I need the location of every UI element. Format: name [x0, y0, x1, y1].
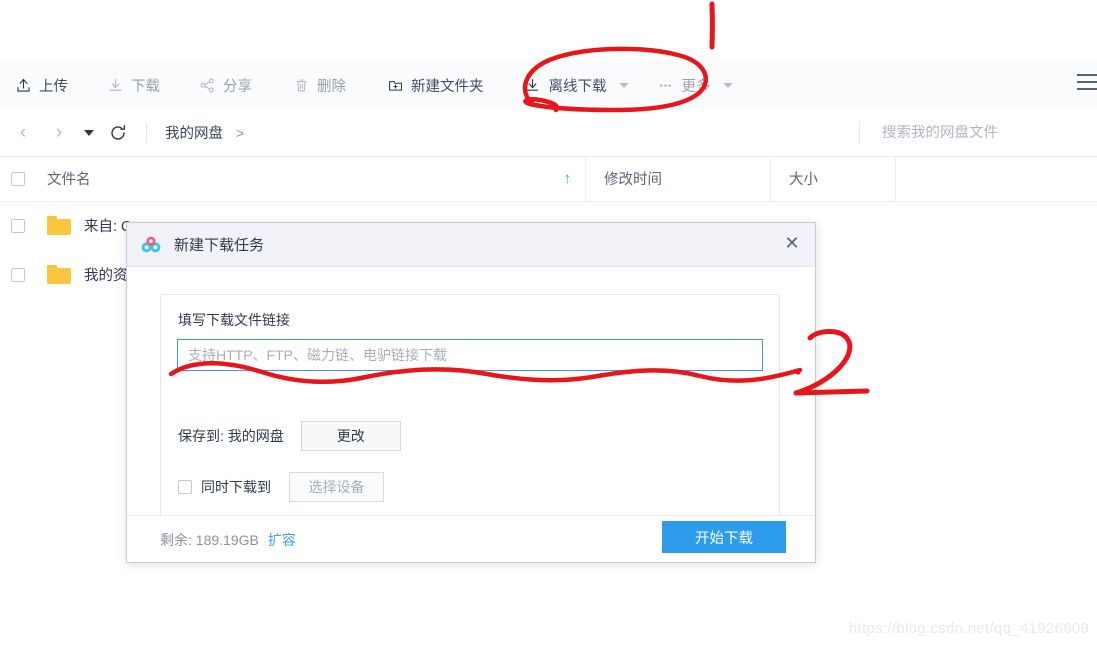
download-button[interactable]: 下载	[106, 61, 160, 109]
forward-icon[interactable]: ›	[50, 123, 68, 142]
expand-quota-link[interactable]: 扩容	[268, 532, 296, 548]
select-device-button[interactable]: 选择设备	[289, 472, 384, 502]
file-table-header: 文件名 ↑ 修改时间 大小	[0, 156, 1097, 202]
download-url-input[interactable]	[177, 339, 763, 371]
trash-icon	[292, 76, 310, 94]
dialog-footer: 剩余: 189.19GB 扩容 开始下载	[127, 515, 815, 564]
watermark: https://blog.csdn.net/qq_41926609	[848, 620, 1089, 637]
share-button[interactable]: 分享	[198, 61, 252, 109]
dialog-body: 填写下载文件链接 保存到: 我的网盘 更改 同时下载到 选择设备 剩余: 189…	[127, 267, 815, 564]
offline-download-icon	[524, 76, 542, 94]
more-icon	[657, 76, 675, 94]
more-label: 更多	[681, 78, 711, 95]
start-download-button[interactable]: 开始下载	[662, 521, 786, 553]
offline-download-label: 离线下载	[548, 78, 607, 95]
save-location-row: 保存到: 我的网盘 更改	[178, 421, 401, 451]
save-location-label: 保存到: 我的网盘	[178, 428, 284, 444]
nav-divider	[146, 122, 147, 143]
column-filename[interactable]: 文件名 ↑	[0, 156, 585, 201]
search-area	[859, 109, 1097, 156]
share-label: 分享	[223, 78, 252, 95]
upload-button[interactable]: 上传	[14, 61, 68, 109]
simultaneous-download-row: 同时下载到 选择设备	[178, 472, 384, 502]
share-icon	[198, 76, 216, 94]
delete-label: 删除	[317, 78, 346, 95]
new-download-task-dialog: 新建下载任务 ✕ 填写下载文件链接 保存到: 我的网盘 更改 同时下载到 选择设…	[126, 222, 816, 563]
new-folder-icon	[386, 76, 404, 94]
search-input[interactable]	[882, 124, 1097, 141]
folder-icon	[47, 216, 71, 235]
simultaneous-download-label: 同时下载到	[201, 479, 271, 495]
baidu-netdisk-window: 上传 下载 分享 删除 新建文件夹 离线下载 更多 ‹ › 我的网盘 > 搜索我…	[0, 0, 1097, 646]
simultaneous-download-checkbox[interactable]	[178, 480, 192, 494]
toolbar: 上传 下载 分享 删除 新建文件夹 离线下载 更多	[0, 61, 1097, 110]
history-caret-down-icon[interactable]	[84, 129, 94, 136]
quota-info: 剩余: 189.19GB 扩容	[160, 530, 296, 550]
folder-icon	[47, 265, 71, 284]
offline-download-caret-icon[interactable]	[618, 82, 629, 88]
column-modified-label: 修改时间	[604, 172, 662, 188]
offline-download-button[interactable]: 离线下载	[524, 61, 629, 109]
column-extra	[895, 156, 1095, 201]
search-divider	[859, 121, 860, 144]
row-checkbox[interactable]	[11, 218, 25, 233]
upload-label: 上传	[39, 78, 68, 95]
column-filename-label: 文件名	[47, 172, 91, 188]
upload-icon	[14, 76, 32, 94]
download-icon	[106, 76, 124, 94]
close-icon[interactable]: ✕	[781, 233, 803, 255]
xunlei-cloud-icon	[140, 234, 162, 256]
hamburger-icon[interactable]	[1077, 74, 1097, 94]
breadcrumb-separator: >	[236, 124, 245, 141]
column-size-label: 大小	[789, 172, 818, 188]
download-label: 下载	[131, 78, 160, 95]
new-folder-label: 新建文件夹	[411, 78, 484, 95]
column-size[interactable]: 大小	[770, 156, 895, 201]
delete-button[interactable]: 删除	[292, 61, 346, 109]
refresh-icon[interactable]	[108, 123, 128, 143]
dialog-title: 新建下载任务	[174, 237, 265, 254]
breadcrumb-my-netdisk[interactable]: 我的网盘	[165, 122, 223, 143]
select-all-checkbox[interactable]	[11, 171, 25, 186]
more-button[interactable]: 更多	[657, 61, 733, 109]
back-icon[interactable]: ‹	[14, 123, 32, 142]
more-caret-icon[interactable]	[722, 82, 733, 88]
quota-remaining-text: 剩余: 189.19GB	[160, 532, 259, 548]
row-checkbox[interactable]	[11, 267, 25, 282]
download-link-panel: 填写下载文件链接 保存到: 我的网盘 更改 同时下载到 选择设备	[160, 294, 780, 516]
sort-ascending-icon[interactable]: ↑	[564, 171, 572, 186]
change-location-button[interactable]: 更改	[300, 421, 401, 451]
download-link-label: 填写下载文件链接	[178, 312, 290, 328]
dialog-header: 新建下载任务 ✕	[127, 223, 815, 267]
column-modified[interactable]: 修改时间	[585, 156, 770, 201]
new-folder-button[interactable]: 新建文件夹	[386, 61, 484, 109]
